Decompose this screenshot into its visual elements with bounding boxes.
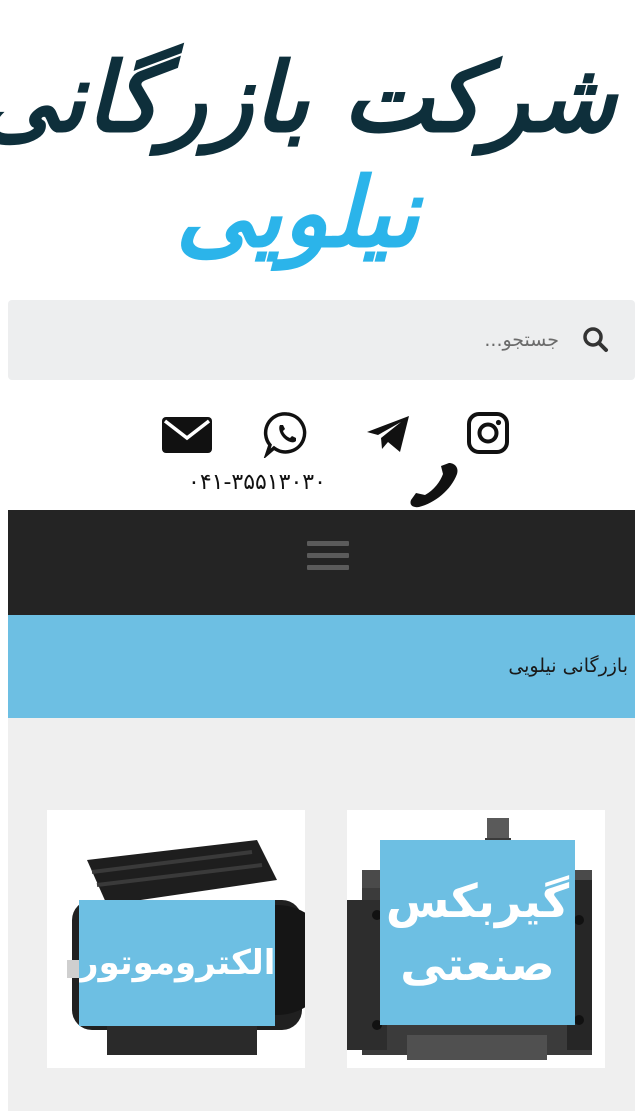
telegram-icon[interactable]: [364, 413, 412, 455]
email-icon[interactable]: [161, 416, 213, 454]
product-label-gearbox: گیربکس صنعتی: [380, 840, 575, 1025]
search-input[interactable]: [137, 328, 561, 352]
product-card-gearbox[interactable]: گیربکس صنعتی: [347, 810, 605, 1068]
phone-icon[interactable]: [405, 460, 461, 510]
instagram-icon[interactable]: [465, 410, 511, 456]
logo-company-text: شرکت بازرگانی: [0, 41, 616, 154]
phone-number[interactable]: ۰۴۱-۳۵۵۱۳۰۳۰: [188, 470, 326, 495]
search-bar: [8, 300, 635, 380]
logo-brand-text: نیلویی: [175, 156, 420, 270]
hamburger-menu-icon[interactable]: [307, 541, 349, 570]
product-label-electromotor: الکتروموتور: [79, 900, 275, 1026]
site-logo[interactable]: شرکت بازرگانی نیلویی: [0, 0, 636, 270]
search-icon[interactable]: [579, 323, 613, 357]
whatsapp-icon[interactable]: [263, 410, 311, 458]
breadcrumb[interactable]: بازرگانی نیلویی: [508, 655, 628, 677]
logo-text: شرکت بازرگانی نیلویی: [0, 40, 616, 270]
product-card-electromotor[interactable]: الکتروموتور: [47, 810, 305, 1068]
